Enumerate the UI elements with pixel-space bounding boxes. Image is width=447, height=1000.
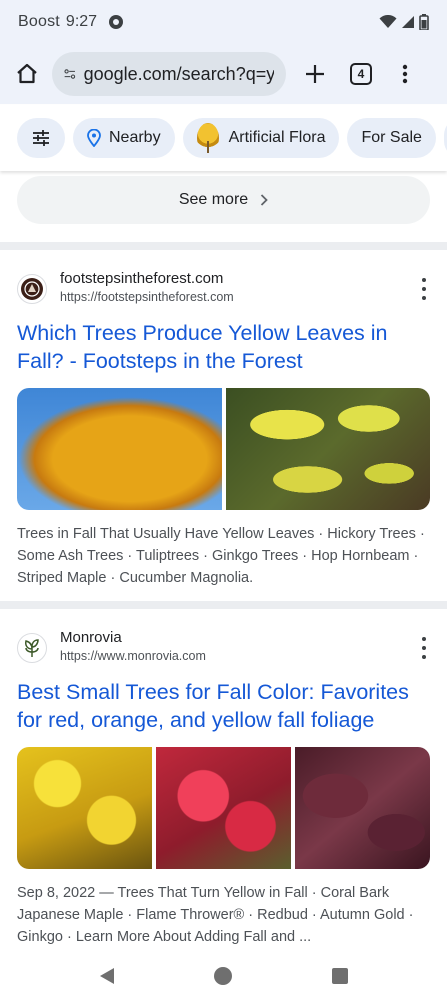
result-title-link[interactable]: Which Trees Produce Yellow Leaves in Fal… bbox=[17, 319, 430, 375]
result-title-link[interactable]: Best Small Trees for Fall Color: Favorit… bbox=[17, 678, 430, 734]
result-source[interactable]: Monrovia https://www.monrovia.com bbox=[17, 627, 430, 667]
wifi-icon bbox=[379, 15, 397, 28]
site-favicon-icon bbox=[17, 633, 47, 663]
more-vert-icon[interactable] bbox=[420, 637, 428, 659]
cell-signal-icon bbox=[402, 16, 414, 28]
home-icon bbox=[17, 63, 37, 84]
new-tab-button[interactable] bbox=[302, 61, 328, 87]
section-divider bbox=[0, 601, 447, 609]
site-url: https://footstepsintheforest.com bbox=[60, 290, 234, 304]
search-result: footstepsintheforest.com https://footste… bbox=[0, 268, 447, 598]
more-options-button[interactable] bbox=[392, 61, 418, 87]
site-name: Monrovia bbox=[60, 629, 122, 646]
chip-for-sale[interactable]: For Sale bbox=[347, 118, 436, 158]
app-notification-icon bbox=[109, 15, 124, 29]
result-snippet: Sep 8, 2022 — Trees That Turn Yellow in … bbox=[17, 885, 414, 945]
new-tab-icon bbox=[306, 65, 324, 83]
site-url: https://www.monrovia.com bbox=[60, 649, 206, 663]
result-image[interactable] bbox=[156, 747, 291, 869]
browser-toolbar: google.com/search?q=yellow+leaves 4 bbox=[0, 44, 447, 104]
chip-label: For Sale bbox=[361, 129, 422, 146]
result-image[interactable] bbox=[17, 388, 222, 510]
result-images bbox=[17, 388, 430, 510]
result-image[interactable] bbox=[17, 747, 152, 869]
site-info-icon[interactable] bbox=[64, 66, 76, 82]
system-nav-bar bbox=[0, 952, 447, 1000]
site-favicon-icon bbox=[17, 274, 47, 304]
recents-icon[interactable] bbox=[331, 968, 348, 984]
chip-label: Artificial Flora bbox=[228, 129, 326, 146]
more-vert-icon[interactable] bbox=[420, 278, 428, 300]
back-icon[interactable] bbox=[99, 968, 114, 984]
chip-artificial-flora[interactable]: Artificial Flora bbox=[182, 118, 340, 158]
chevron-right-icon bbox=[261, 194, 268, 206]
more-vert-icon bbox=[402, 64, 408, 84]
result-image[interactable] bbox=[295, 747, 430, 869]
url-text[interactable]: google.com/search?q=yellow+leaves bbox=[84, 64, 274, 85]
result-source[interactable]: footstepsintheforest.com https://footste… bbox=[17, 268, 430, 308]
site-name: footstepsintheforest.com bbox=[60, 270, 224, 287]
address-bar[interactable]: google.com/search?q=yellow+leaves bbox=[52, 52, 286, 96]
tune-icon bbox=[33, 130, 49, 146]
location-pin-icon bbox=[87, 129, 101, 147]
status-bar: Boost 9:27 bbox=[0, 0, 447, 44]
search-result: Monrovia https://www.monrovia.com Best S… bbox=[0, 627, 447, 952]
home-button[interactable] bbox=[14, 61, 40, 87]
carrier-name: Boost bbox=[18, 13, 60, 30]
result-images bbox=[17, 747, 430, 869]
filter-chips: Nearby Artificial Flora For Sale bbox=[0, 105, 447, 171]
chip-nearby[interactable]: Nearby bbox=[73, 118, 175, 158]
result-image[interactable] bbox=[225, 388, 430, 510]
filters-chip[interactable] bbox=[17, 118, 65, 158]
status-icons bbox=[379, 14, 429, 30]
result-snippet: Trees in Fall That Usually Have Yellow L… bbox=[17, 526, 425, 586]
section-divider bbox=[0, 242, 447, 250]
see-more-button[interactable]: See more bbox=[17, 176, 430, 224]
home-circle-icon[interactable] bbox=[213, 967, 232, 985]
tab-switcher-button[interactable]: 4 bbox=[350, 63, 372, 85]
chip-label: Nearby bbox=[109, 129, 161, 146]
status-time: 9:27 bbox=[65, 13, 98, 30]
chip-thumbnail-image bbox=[196, 123, 219, 153]
see-more-label: See more bbox=[178, 191, 249, 208]
battery-icon bbox=[419, 14, 429, 30]
